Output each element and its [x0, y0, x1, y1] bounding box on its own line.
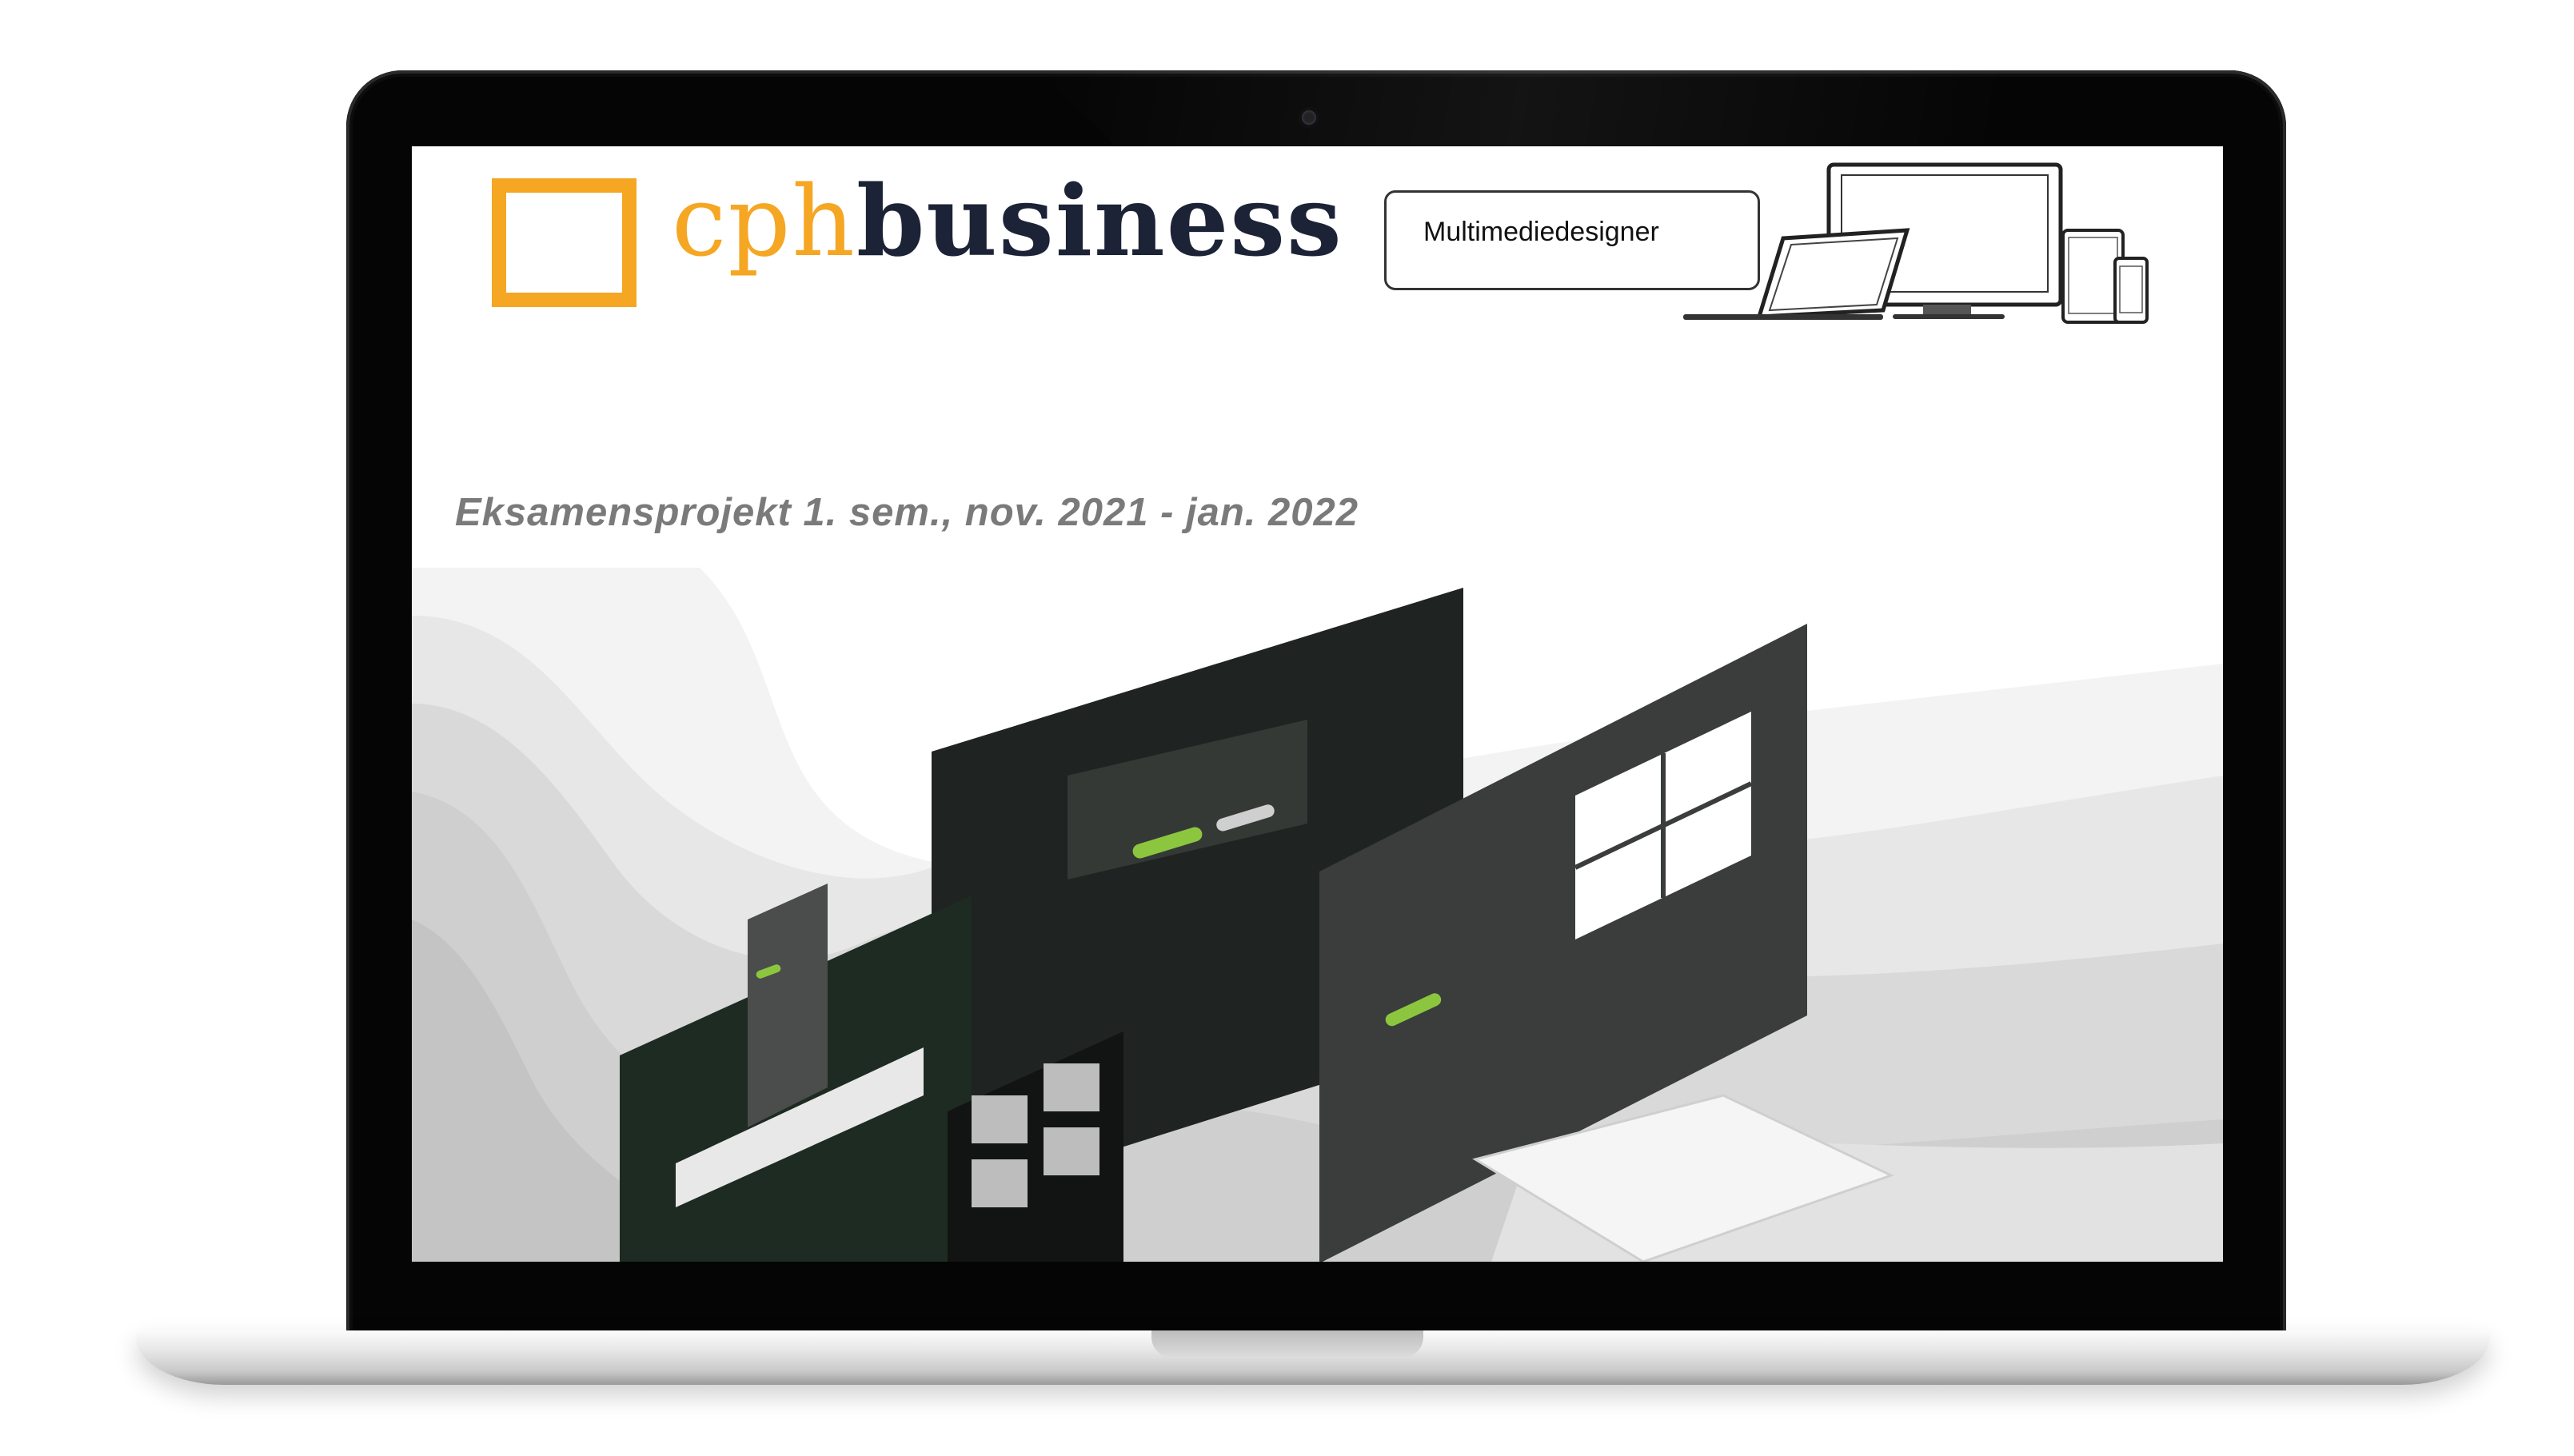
brand-name-part1: cph — [672, 165, 856, 278]
page-headline: Eksamensprojekt 1. sem., nov. 2021 - jan… — [455, 491, 1359, 534]
brand-logo[interactable]: cphbusiness — [672, 172, 1343, 270]
devices-illustration — [1683, 162, 2149, 324]
laptop-screen: cphbusiness Multimediedesigner Eksamensp… — [412, 146, 2223, 1262]
logo-square-icon — [492, 178, 637, 307]
laptop-icon — [1683, 228, 1910, 320]
program-label: Multimediedesigner — [1423, 217, 1659, 247]
camera-icon — [1302, 110, 1316, 125]
laptop-base-notch — [1151, 1330, 1423, 1358]
phone-icon — [2113, 257, 2149, 324]
brand-name-part2: business — [856, 163, 1343, 278]
hero-illustration — [412, 568, 2223, 1262]
